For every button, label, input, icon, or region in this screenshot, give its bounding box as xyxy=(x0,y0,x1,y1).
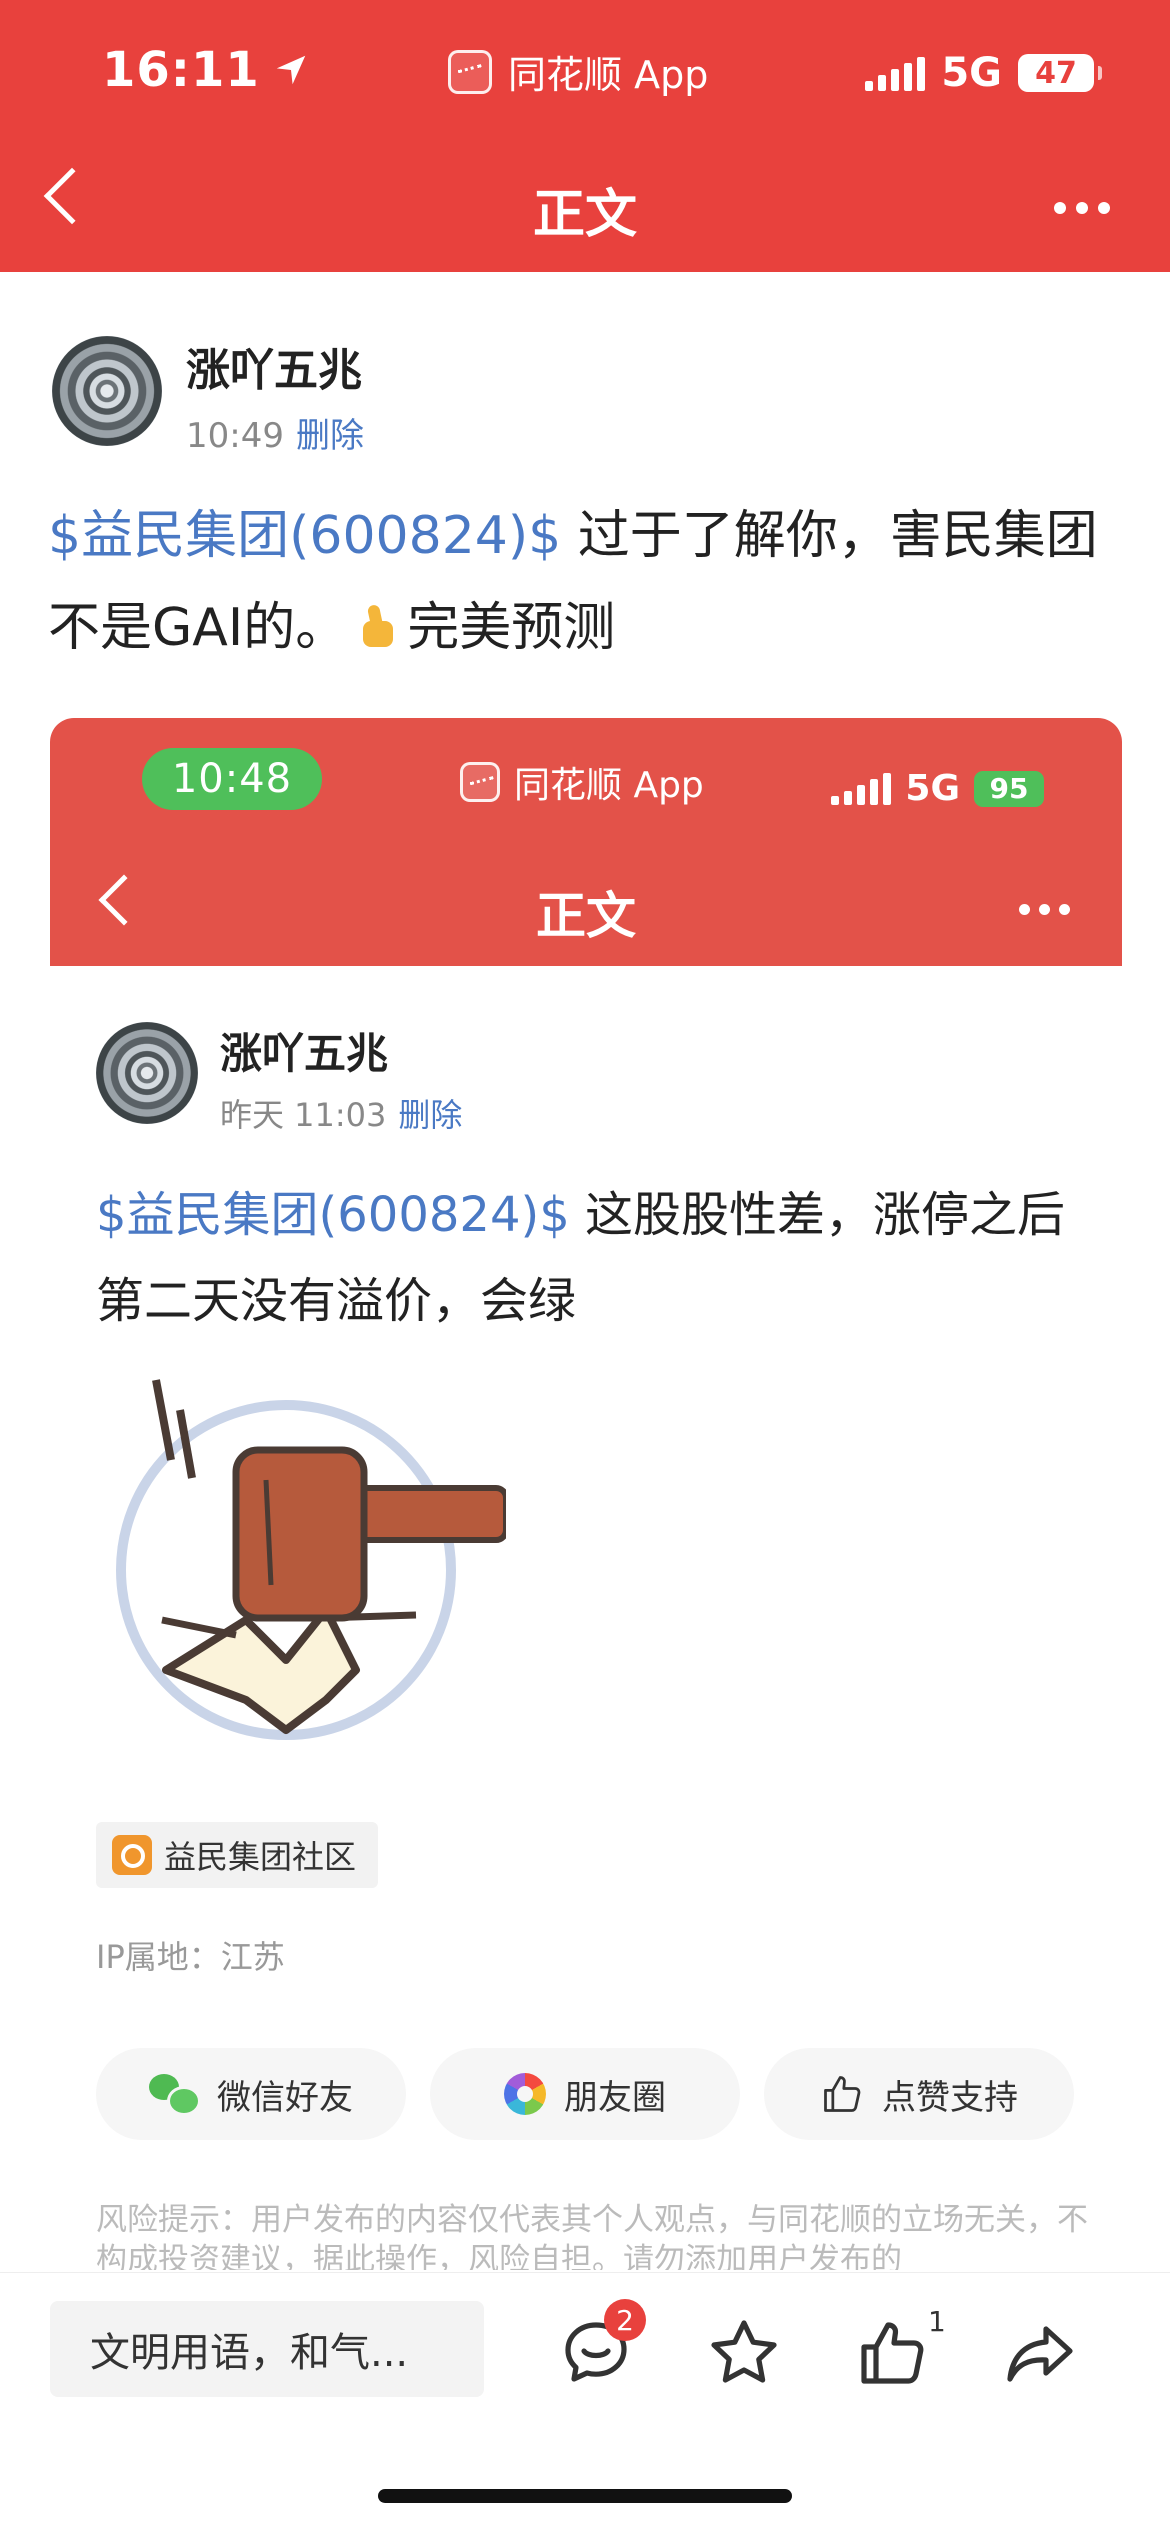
embedded-battery-icon: 95 xyxy=(974,770,1044,807)
status-indicators: 5G 47 xyxy=(865,50,1102,96)
share-wechat-button[interactable]: 微信好友 xyxy=(96,2048,406,2140)
share-wechat-label: 微信好友 xyxy=(217,2077,353,2118)
like-icon xyxy=(824,2076,861,2112)
delete-link[interactable]: 删除 xyxy=(296,416,364,456)
wechat-icon xyxy=(149,2074,201,2116)
embedded-stock-tag-link: $益民集团(600824)$ xyxy=(96,1187,570,1243)
app-logo-icon xyxy=(448,49,492,94)
embedded-network-label: 5G xyxy=(905,768,960,809)
battery-icon: 47 xyxy=(1018,54,1102,92)
share-moments-label: 朋友圈 xyxy=(564,2077,666,2118)
bottom-action-bar: 文明用语，和气... 2 1 xyxy=(0,2272,1170,2532)
post-meta: 10:49 删除 xyxy=(186,408,364,457)
embedded-status-time: 10:48 xyxy=(142,748,322,810)
thumbs-up-emoji xyxy=(353,603,401,651)
like-support-label: 点赞支持 xyxy=(882,2077,1018,2118)
status-time: 16:11 xyxy=(102,42,310,98)
author-name[interactable]: 涨吖五兆 xyxy=(186,334,362,398)
embedded-screenshot-header[interactable]: 10:48 同花顺 App 5G 95 正文 xyxy=(50,718,1122,966)
embedded-app-logo-icon xyxy=(460,762,500,802)
like-count: 1 xyxy=(928,2305,946,2338)
embedded-app-name: 同花顺 App xyxy=(514,765,704,806)
like-support-button[interactable]: 点赞支持 xyxy=(764,2048,1074,2140)
home-indicator xyxy=(378,2489,792,2503)
comment-input[interactable]: 文明用语，和气... xyxy=(50,2301,484,2397)
more-dots-icon[interactable] xyxy=(1054,202,1110,214)
embedded-page-title: 正文 xyxy=(536,887,636,945)
star-icon[interactable] xyxy=(704,2313,784,2393)
community-label: 益民集团社区 xyxy=(164,1838,357,1876)
status-app-source: 同花顺 App xyxy=(448,44,708,99)
hammer-sticker xyxy=(116,1379,506,1740)
embedded-author-name: 涨吖五兆 xyxy=(220,1029,389,1078)
embedded-post-time: 昨天 11:03 xyxy=(220,1096,387,1134)
ip-location: IP属地：江苏 xyxy=(96,1938,285,1976)
embedded-status-indicators: 5G 95 xyxy=(831,768,1044,809)
status-app-name: 同花顺 App xyxy=(508,53,709,97)
post-text-part2: 完美预测 xyxy=(407,598,616,658)
like-icon[interactable] xyxy=(852,2313,932,2393)
moments-icon xyxy=(504,2073,546,2115)
embedded-avatar xyxy=(96,1022,198,1124)
stock-tag-link[interactable]: $益民集团(600824)$ xyxy=(48,506,561,566)
embedded-signal-icon xyxy=(831,772,892,805)
embedded-app-source: 同花顺 App xyxy=(460,756,704,808)
avatar[interactable] xyxy=(52,336,162,446)
page-title: 正文 xyxy=(532,185,637,245)
post-time: 10:49 xyxy=(186,416,284,456)
post-body: $益民集团(600824)$ 过于了解你，害民集团不是GAI的。 完美预测 xyxy=(48,490,1128,674)
signal-icon xyxy=(865,55,926,91)
risk-disclaimer: 风险提示：用户发布的内容仅代表其个人观点，与同花顺的立场无关，不构成投资建议，据… xyxy=(96,2202,1088,2270)
share-moments-button[interactable]: 朋友圈 xyxy=(430,2048,740,2140)
network-label: 5G xyxy=(941,50,1002,96)
app-header: 16:11 同花顺 App 5G 47 正文 xyxy=(0,0,1170,272)
comment-count-badge: 2 xyxy=(604,2299,646,2341)
community-icon xyxy=(112,1835,152,1875)
embedded-post-body: $益民集团(600824)$ 这股股性差，涨停之后第二天没有溢价，会绿 xyxy=(96,1172,1096,1344)
embedded-post-meta: 昨天 11:03 删除 xyxy=(220,1090,462,1136)
community-tag[interactable]: 益民集团社区 xyxy=(96,1822,379,1888)
embedded-more-dots-icon xyxy=(1019,904,1070,915)
embedded-delete-link: 删除 xyxy=(398,1096,463,1134)
location-arrow-icon xyxy=(276,55,306,85)
status-time-text: 16:11 xyxy=(102,42,260,98)
share-icon[interactable] xyxy=(1000,2313,1080,2393)
